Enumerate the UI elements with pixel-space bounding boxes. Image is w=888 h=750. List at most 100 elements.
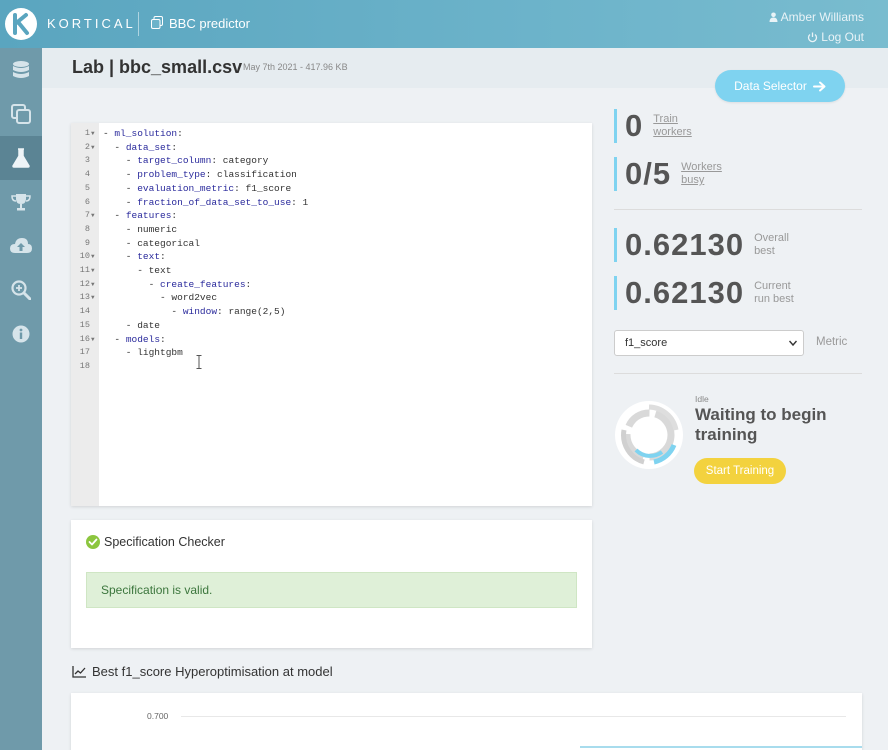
code-line[interactable]: 16 ▼ - models:	[71, 333, 592, 347]
train-workers-link[interactable]: Train workers	[653, 113, 692, 139]
overall-best-label-1: Overall	[754, 232, 789, 244]
code-line[interactable]: 13 ▼ - word2vec	[71, 291, 592, 305]
chart-gridline	[181, 716, 846, 717]
code-line[interactable]: 17 - lightgbm	[71, 346, 592, 360]
info-icon	[12, 325, 30, 343]
training-progress-ring	[615, 401, 683, 469]
fold-arrow-icon[interactable]: ▼	[91, 278, 95, 292]
train-workers-value: 0	[625, 108, 644, 143]
code-text: - lightgbm	[103, 347, 183, 359]
sidebar-item-info[interactable]	[0, 312, 42, 356]
code-line[interactable]: 7 ▼ - features:	[71, 209, 592, 223]
code-line[interactable]: 12 ▼ - create_features:	[71, 278, 592, 292]
workers-busy-label-2: busy	[681, 174, 705, 186]
sidebar-item-leaderboard[interactable]	[0, 180, 42, 224]
start-training-button[interactable]: Start Training	[694, 458, 786, 484]
fold-arrow-icon[interactable]: ▼	[91, 264, 95, 278]
kortical-logo-icon[interactable]	[5, 8, 37, 40]
stats-divider	[614, 209, 862, 210]
line-number: 8	[84, 223, 90, 234]
code-line[interactable]: 10 ▼ - text:	[71, 250, 592, 264]
sidebar	[0, 48, 42, 750]
fold-arrow-icon[interactable]: ▼	[91, 333, 95, 347]
workers-busy-value: 0/5	[625, 156, 672, 191]
fold-arrow-icon[interactable]: ▼	[91, 291, 95, 305]
line-number: 6	[84, 196, 90, 207]
line-number: 18	[79, 360, 90, 371]
code-text: - window: range(2,5)	[103, 306, 286, 318]
line-number: 16	[79, 333, 90, 344]
specification-checker-card: Specification Checker Specification is v…	[71, 520, 592, 648]
code-line[interactable]: 1 ▼ - ml_solution:	[71, 127, 592, 141]
code-text: - ml_solution:	[103, 128, 183, 139]
current-best-label-1: Current	[754, 280, 791, 292]
fold-arrow-icon[interactable]: ▼	[91, 127, 95, 141]
current-run-best-stat: 0.62130 Current run best	[614, 275, 794, 310]
code-line[interactable]: 3 - target_column: category	[71, 154, 592, 168]
code-line[interactable]: 4 - problem_type: classification	[71, 168, 592, 182]
code-line[interactable]: 11 ▼ - text	[71, 264, 592, 278]
code-text: - problem_type: classification	[103, 169, 297, 181]
code-text: - text	[103, 265, 172, 276]
current-best-label-2: run best	[754, 293, 794, 305]
hyperoptimisation-chart: 0.700	[71, 693, 862, 750]
code-line[interactable]: 15 - date	[71, 319, 592, 333]
top-bar: KORTICAL BBC predictor Amber Williams Lo…	[0, 0, 888, 48]
database-icon	[13, 61, 29, 78]
code-line[interactable]: 14 - window: range(2,5)	[71, 305, 592, 319]
workers-busy-label-1: Workers	[681, 161, 722, 173]
project-name[interactable]: BBC predictor	[169, 16, 250, 31]
data-selector-button[interactable]: Data Selector	[715, 70, 845, 102]
file-meta: May 7th 2021 - 417.96 KB	[243, 62, 348, 72]
code-line[interactable]: 6 - fraction_of_data_set_to_use: 1	[71, 196, 592, 210]
line-number: 11	[79, 265, 90, 275]
fold-arrow-icon[interactable]: ▼	[91, 141, 95, 155]
zoom-in-icon	[11, 280, 31, 300]
trophy-icon	[11, 194, 31, 211]
train-workers-label-1: Train	[653, 113, 678, 125]
line-number: 4	[84, 169, 90, 180]
sidebar-item-explain[interactable]	[0, 268, 42, 312]
code-line[interactable]: 2 ▼ - data_set:	[71, 141, 592, 155]
copy-icon	[11, 104, 31, 124]
text-cursor-icon	[196, 355, 202, 369]
yaml-editor[interactable]: 1 ▼ - ml_solution: 2 ▼ - data_set: 3 - target…	[71, 123, 592, 506]
workers-busy-link[interactable]: Workers busy	[681, 161, 722, 187]
chart-heading: Best f1_score Hyperoptimisation at model	[72, 664, 333, 679]
cloud-upload-icon	[10, 238, 32, 253]
sidebar-item-data[interactable]	[0, 48, 42, 92]
chart-title: Best f1_score Hyperoptimisation at model	[92, 664, 333, 679]
code-text: - data_set:	[103, 141, 178, 153]
spec-valid-alert: Specification is valid.	[86, 572, 577, 608]
line-number: 7	[84, 210, 90, 221]
workers-busy-stat: 0/5 Workers busy	[614, 156, 722, 191]
sidebar-item-projects[interactable]	[0, 92, 42, 136]
fold-arrow-icon[interactable]: ▼	[91, 250, 95, 264]
overall-best-value: 0.62130	[625, 227, 745, 262]
spec-checker-title: Specification Checker	[104, 535, 225, 549]
user-line: Amber Williams	[769, 7, 864, 27]
fold-arrow-icon[interactable]: ▼	[91, 209, 95, 223]
train-workers-label-2: workers	[653, 126, 692, 138]
metric-select[interactable]: f1_score	[614, 330, 804, 356]
code-text: - numeric	[103, 223, 178, 235]
code-line[interactable]: 8 - numeric	[71, 223, 592, 237]
metric-label: Metric	[816, 336, 848, 348]
line-number: 5	[84, 182, 90, 193]
code-text: - features:	[103, 210, 178, 222]
check-circle-icon	[86, 535, 100, 549]
code-line[interactable]: 9 - categorical	[71, 237, 592, 251]
line-number: 14	[79, 306, 90, 317]
user-name: Amber Williams	[780, 10, 864, 24]
sidebar-item-deploy[interactable]	[0, 224, 42, 268]
code-text: - create_features:	[103, 278, 252, 290]
code-line[interactable]: 18	[71, 360, 592, 374]
line-number: 9	[84, 237, 90, 248]
logout-button[interactable]: Log Out	[769, 27, 864, 47]
power-icon	[808, 32, 818, 42]
sidebar-item-lab[interactable]	[0, 136, 42, 180]
overall-best-label-2: best	[754, 245, 775, 257]
code-line[interactable]: 5 - evaluation_metric: f1_score	[71, 182, 592, 196]
current-run-best-value: 0.62130	[625, 275, 745, 310]
training-message: Waiting to begin training	[695, 405, 827, 444]
